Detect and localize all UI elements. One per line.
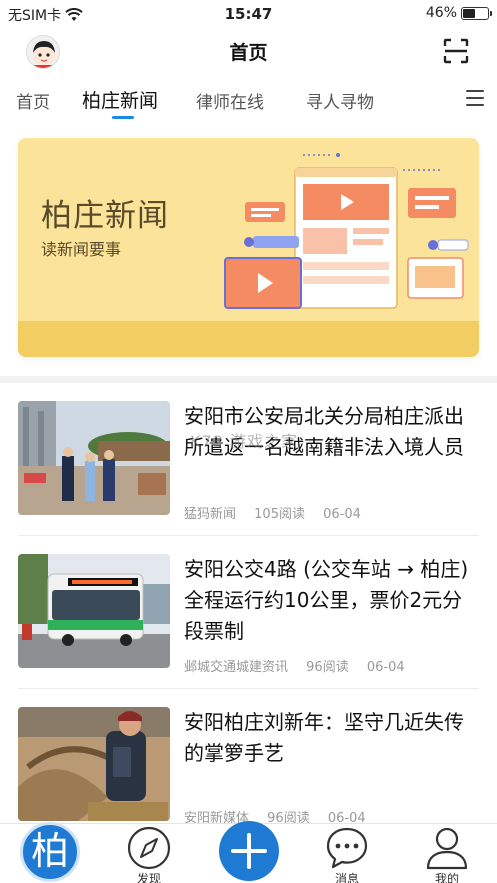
battery-percent: 46%	[425, 5, 457, 21]
news-thumbnail-bus	[18, 554, 170, 668]
banner-title: 柏庄新闻	[41, 198, 169, 234]
list-divider	[18, 535, 479, 536]
compass-icon	[127, 826, 171, 870]
bottom-nav: 柏 发现 消息 我的	[0, 821, 497, 883]
news-reads: 105阅读	[254, 507, 305, 522]
nav-label: 发现	[136, 872, 161, 883]
news-meta: 邺城交通城建资讯 96阅读 06-04	[184, 656, 419, 675]
banner-floor	[18, 321, 479, 357]
chat-bubble-icon	[326, 827, 368, 869]
banner-subtitle: 读新闻要事	[41, 240, 122, 259]
add-post-button[interactable]	[219, 821, 279, 881]
user-icon	[426, 827, 468, 870]
plus-icon	[231, 833, 267, 869]
battery-icon	[461, 6, 492, 20]
nav-label: 我的	[434, 872, 459, 883]
banner-illustration	[224, 153, 469, 309]
news-title: 安阳柏庄刘新年：坚守几近失传的掌箩手艺	[184, 710, 464, 765]
channel-tabs: 首页 柏庄新闻 律师在线 寻人寻物	[0, 76, 497, 122]
menu-icon[interactable]	[466, 90, 484, 106]
tab-lost-and-found[interactable]: 寻人寻物	[306, 88, 374, 113]
status-bar: 无SIM卡 15:47 46%	[0, 0, 497, 28]
news-item[interactable]: 安阳柏庄刘新年：坚守几近失传的掌箩手艺 安阳新媒体 96阅读 06-04	[18, 707, 479, 826]
news-item[interactable]: 安阳市公安局北关分局柏庄派出所遣返一名越南籍非法入境人员 猛犸新闻 105阅读 …	[18, 401, 479, 522]
news-thumbnail-craftsman	[18, 707, 170, 821]
nav-label: 消息	[334, 872, 359, 883]
news-title: 安阳公交4路 (公交车站 → 柏庄) 全程运行约10公里，票价2元分段票制	[184, 557, 469, 643]
news-title: 安阳市公安局北关分局柏庄派出所遣返一名越南籍非法入境人员	[184, 404, 464, 459]
active-tab-indicator	[112, 116, 134, 119]
news-thumbnail-police	[18, 401, 170, 515]
home-nav-button[interactable]: 柏	[20, 822, 80, 882]
status-time: 15:47	[224, 5, 273, 23]
news-date: 06-04	[323, 507, 361, 522]
news-item[interactable]: 安阳公交4路 (公交车站 → 柏庄) 全程运行约10公里，票价2元分段票制 邺城…	[18, 554, 479, 675]
news-source: 邺城交通城建资讯	[184, 660, 289, 675]
news-banner[interactable]: 柏庄新闻 读新闻要事	[18, 138, 479, 357]
list-divider	[18, 688, 479, 689]
tab-lawyer-online[interactable]: 律师在线	[196, 88, 264, 113]
app-header: 首页	[0, 28, 497, 74]
page-title: 首页	[229, 42, 268, 64]
scan-icon[interactable]	[443, 38, 469, 64]
news-meta: 猛犸新闻 105阅读 06-04	[184, 503, 375, 522]
tab-home[interactable]: 首页	[16, 88, 50, 113]
section-divider	[0, 376, 497, 383]
tab-baizhuang-news[interactable]: 柏庄新闻	[82, 86, 158, 113]
news-source: 猛犸新闻	[184, 507, 237, 522]
status-right: 46%	[425, 5, 492, 21]
news-date: 06-04	[366, 660, 405, 675]
news-reads: 96阅读	[306, 660, 349, 675]
